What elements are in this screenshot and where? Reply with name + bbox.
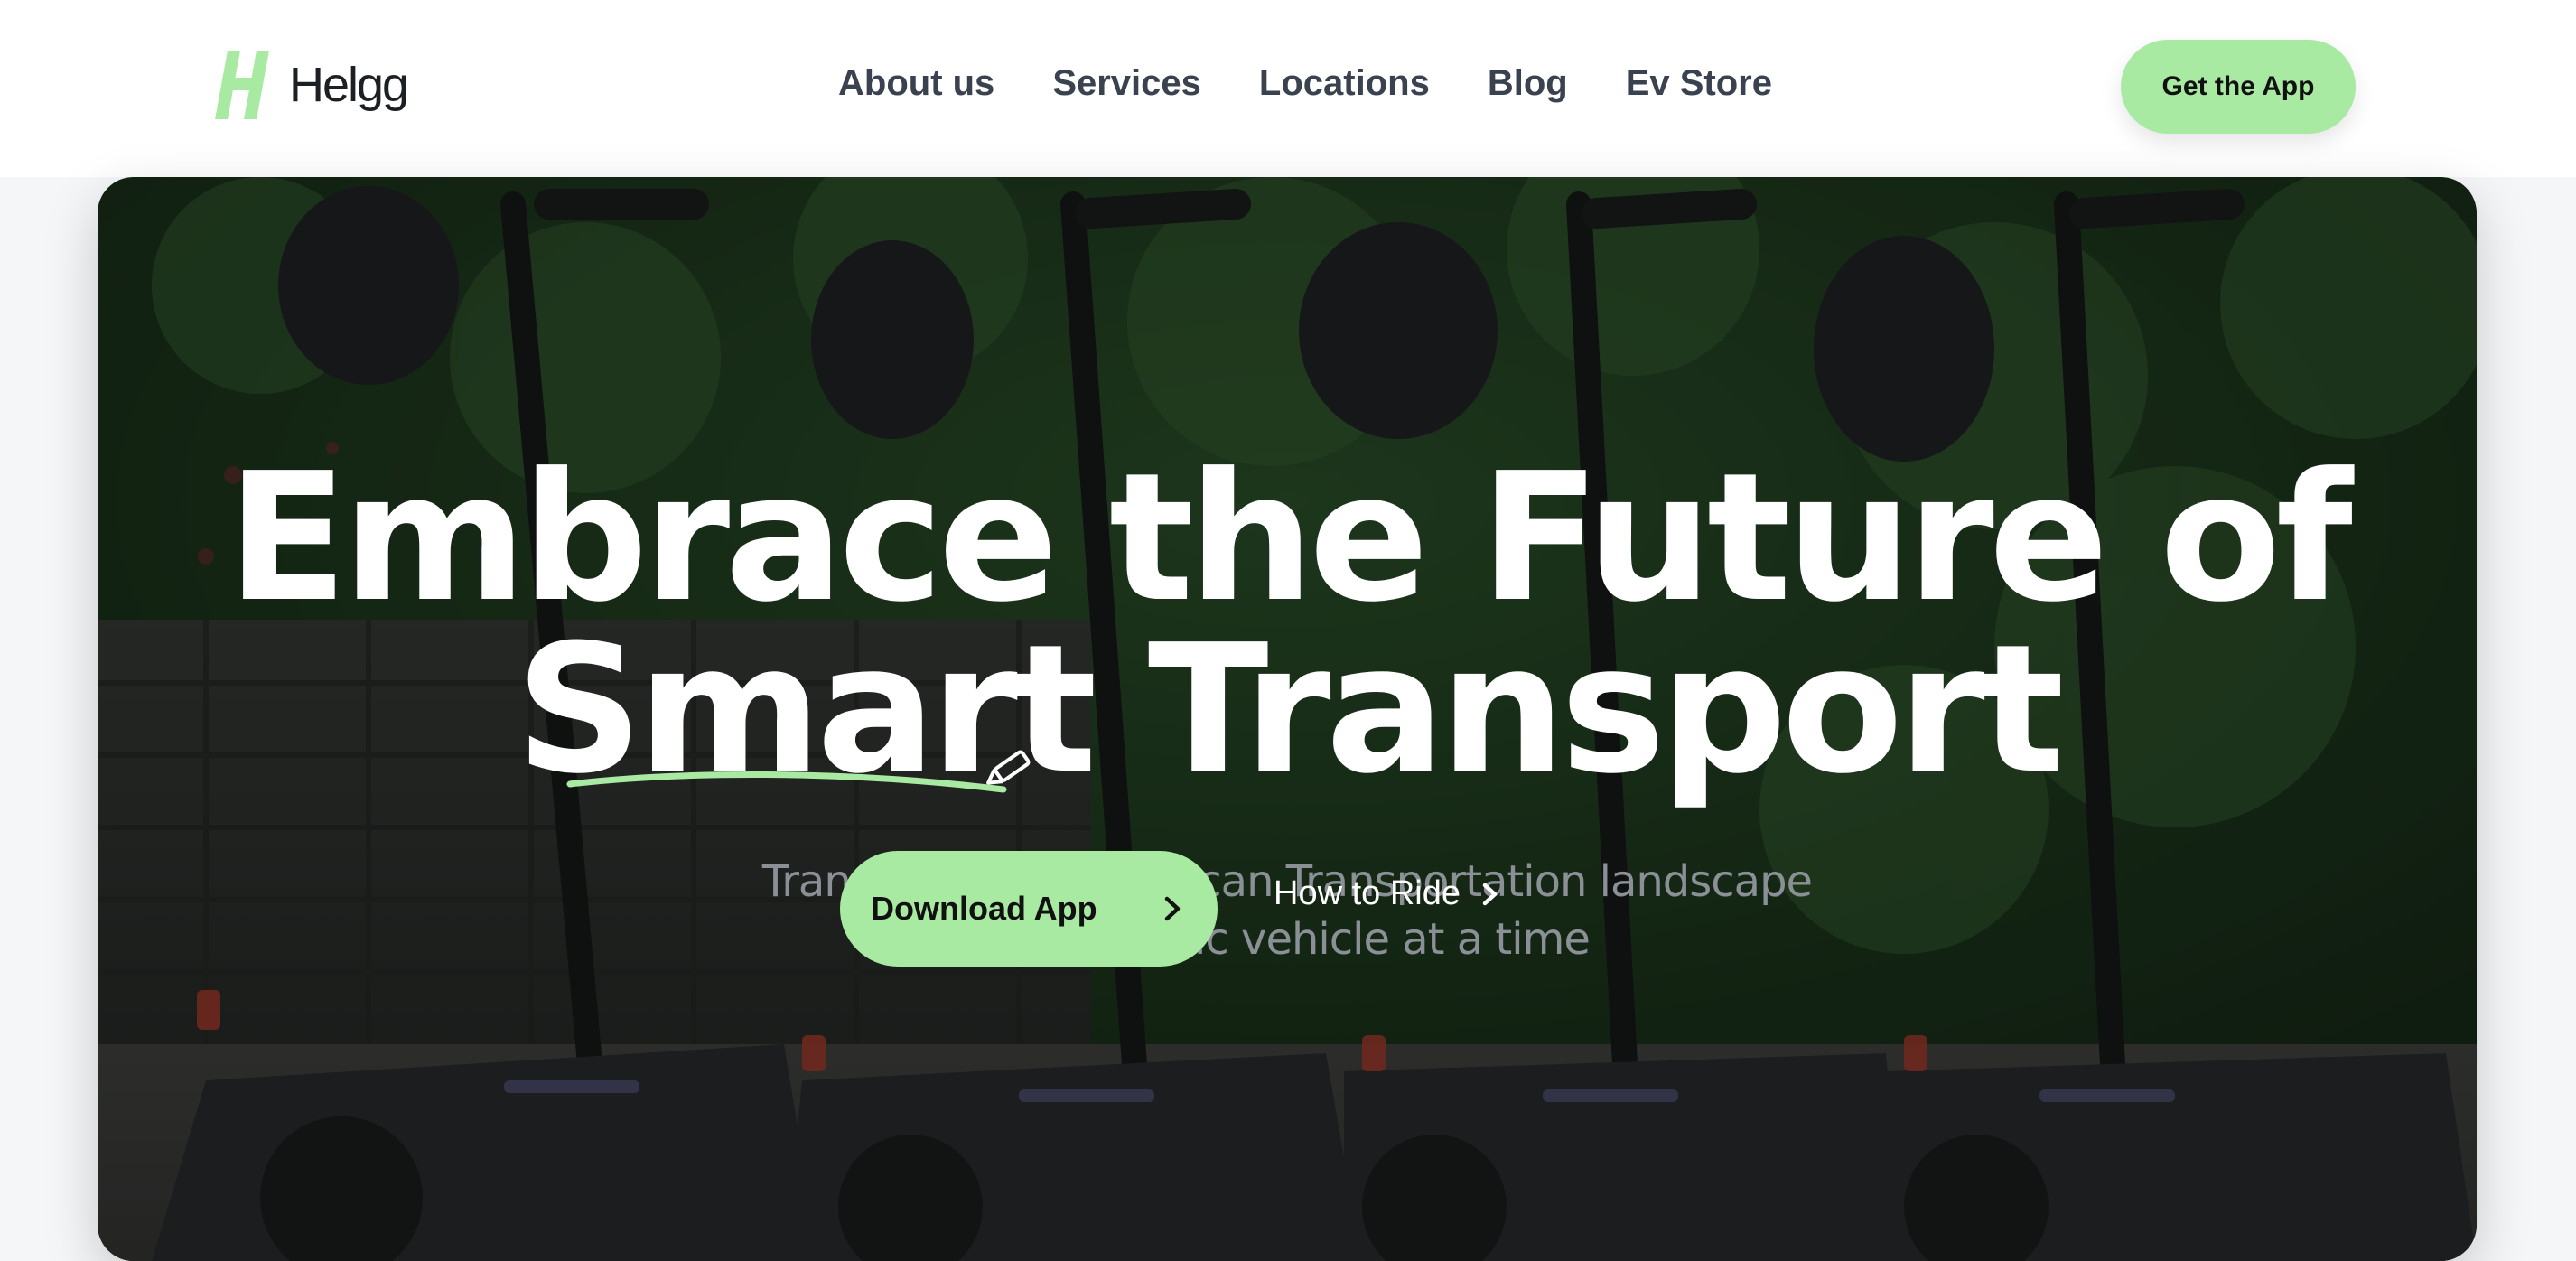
green-underline-scribble-icon bbox=[566, 750, 1031, 793]
chevron-right-icon bbox=[1482, 883, 1498, 905]
headline-rest-text: Transport bbox=[1091, 607, 2065, 813]
how-to-ride-button[interactable]: How to Ride bbox=[1274, 874, 1500, 913]
hero-headline: Embrace the Future of Smart Transport bbox=[98, 450, 2477, 799]
nav-link-ev-store[interactable]: Ev Store bbox=[1626, 63, 1772, 104]
how-to-ride-label: How to Ride bbox=[1274, 874, 1461, 912]
headline-line-2: Smart Transport bbox=[98, 621, 2477, 799]
hero-section: Embrace the Future of Smart Transport Tr… bbox=[98, 177, 2477, 1261]
brand-logo[interactable]: Helgg bbox=[215, 51, 409, 119]
download-app-button[interactable]: Download App bbox=[840, 851, 1218, 967]
subtitle-line-2: one electric vehicle at a time bbox=[985, 914, 1591, 965]
nav-link-locations[interactable]: Locations bbox=[1259, 63, 1430, 104]
download-app-label: Download App bbox=[871, 890, 1097, 927]
nav-link-about-us[interactable]: About us bbox=[838, 63, 994, 104]
nav-link-services[interactable]: Services bbox=[1052, 63, 1201, 104]
headline-highlight-word: Smart bbox=[516, 621, 1097, 799]
helgg-h-logo-icon bbox=[215, 51, 269, 119]
site-header: Helgg About us Services Locations Blog E… bbox=[0, 0, 2576, 177]
nav-link-blog[interactable]: Blog bbox=[1488, 63, 1568, 104]
pencil-icon bbox=[985, 750, 1031, 785]
get-the-app-button[interactable]: Get the App bbox=[2121, 40, 2356, 134]
chevron-right-icon bbox=[1164, 896, 1181, 921]
brand-name: Helgg bbox=[289, 58, 409, 112]
main-nav: About us Services Locations Blog Ev Stor… bbox=[838, 63, 1772, 104]
headline-line-1: Embrace the Future of bbox=[227, 435, 2353, 641]
